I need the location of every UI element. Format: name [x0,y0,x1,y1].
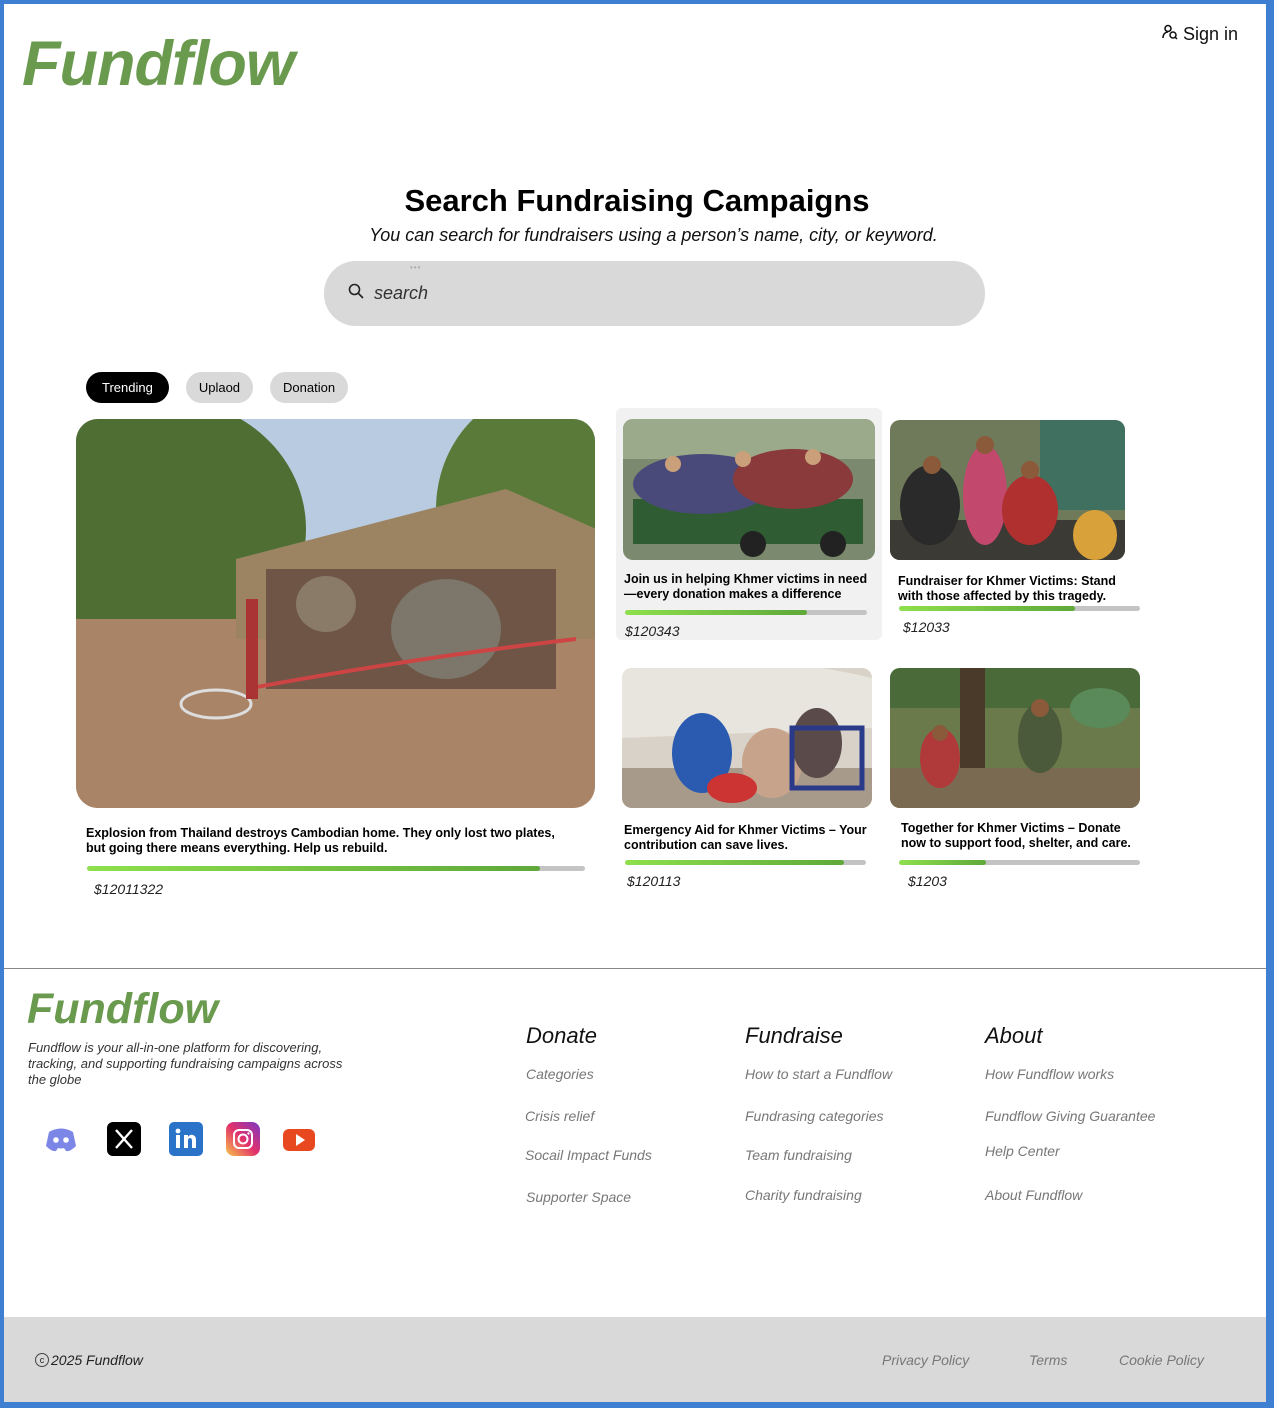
copyright-icon: c [35,1353,49,1367]
copyright: c 2025 Fundflow [35,1352,143,1368]
footer-heading-about: About [985,1023,1043,1048]
footer-link[interactable]: Categories [526,1066,594,1082]
progress-fill [625,610,807,615]
campaign-image[interactable] [622,668,872,808]
footer-link[interactable]: Socail Impact Funds [525,1147,652,1163]
search-icon [348,283,364,304]
footer-link[interactable]: Fundflow Giving Guarantee [985,1108,1155,1124]
footer-description: Fundflow is your all-in-one platform for… [28,1040,343,1087]
footer-link[interactable]: Charity fundraising [745,1187,862,1203]
progress-fill [899,606,1075,611]
x-icon[interactable] [107,1122,141,1156]
campaign-amount: $12011322 [94,881,164,897]
campaign-amount: $1203 [908,873,947,889]
progress-bar [87,866,585,871]
campaign-title[interactable]: Emergency Aid for Khmer Victims – Your c… [624,823,876,853]
footer-link[interactable]: Help Center [985,1143,1060,1159]
terms-link[interactable]: Terms [1029,1352,1067,1368]
progress-bar [899,606,1140,611]
page-subtitle: You can search for fundraisers using a p… [369,225,938,245]
footer-link[interactable]: Fundrasing categories [745,1108,884,1124]
logo[interactable]: Fundflow [22,28,295,100]
discord-icon[interactable] [44,1122,78,1156]
tab-trending[interactable]: Trending [86,372,169,403]
drag-handle: ••• [410,263,422,272]
bottom-bar [4,1317,1266,1402]
footer-link[interactable]: How to start a Fundflow [745,1066,892,1082]
footer-heading-fundraise: Fundraise [745,1023,843,1048]
footer-link[interactable]: About Fundflow [985,1187,1082,1203]
progress-bar [625,860,866,865]
instagram-icon[interactable] [226,1122,260,1156]
youtube-icon[interactable] [282,1122,316,1156]
copyright-text: 2025 Fundflow [51,1352,143,1368]
search-input[interactable] [374,283,934,304]
campaign-image[interactable] [623,419,875,560]
campaign-image[interactable] [890,420,1125,560]
footer-link[interactable]: Crisis relief [525,1108,594,1124]
footer-link[interactable]: How Fundflow works [985,1066,1114,1082]
campaign-amount: $120343 [625,623,680,639]
tab-donation[interactable]: Donation [270,372,349,403]
linkedin-icon[interactable] [169,1122,203,1156]
filter-tabs: Trending Uplaod Donation [86,372,349,403]
campaign-amount: $12033 [903,619,950,635]
progress-fill [625,860,845,865]
footer-link[interactable]: Team fundraising [745,1147,852,1163]
campaign-image[interactable] [890,668,1140,808]
campaign-image[interactable] [76,419,595,808]
progress-bar [899,860,1140,865]
user-icon [1162,24,1178,45]
campaign-title[interactable]: Join us in helping Khmer victims in need… [624,572,876,602]
footer-logo[interactable]: Fundflow [27,985,218,1034]
sign-in-button[interactable]: Sign in [1162,24,1238,45]
footer-heading-donate: Donate [526,1023,597,1048]
progress-fill [87,866,541,871]
cookie-policy-link[interactable]: Cookie Policy [1119,1352,1204,1368]
footer-divider [4,968,1266,969]
campaign-title[interactable]: Explosion from Thailand destroys Cambodi… [86,826,576,856]
tab-upload[interactable]: Uplaod [185,372,254,403]
footer-link[interactable]: Supporter Space [526,1189,631,1205]
progress-bar [625,610,867,615]
progress-fill [899,860,986,865]
campaign-title[interactable]: Fundraiser for Khmer Victims: Stand with… [898,574,1138,604]
privacy-policy-link[interactable]: Privacy Policy [882,1352,969,1368]
sign-in-label: Sign in [1182,24,1238,44]
campaign-amount: $120113 [627,873,681,889]
campaign-title[interactable]: Together for Khmer Victims – Donate now … [901,821,1146,851]
search-bar[interactable] [324,261,985,326]
page-title: Search Fundraising Campaigns [404,183,870,218]
